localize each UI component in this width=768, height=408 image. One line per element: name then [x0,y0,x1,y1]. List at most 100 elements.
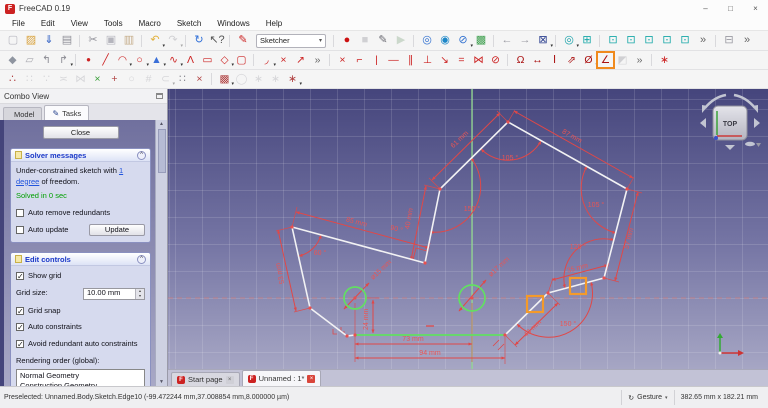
draw-style-button[interactable]: ⊘ [454,33,473,49]
toggle-virtual-space-button[interactable]: ▩ [211,71,234,87]
constrain-coincident-button[interactable]: × [329,52,351,68]
navigation-style-selector[interactable]: ↻ Gesture ▾ [621,390,673,405]
tab-tasks[interactable]: ✎ Tasks [44,105,90,120]
tab-unnamed-document[interactable]: F Unnamed : 1* × [241,370,322,386]
bspline-curvature-button[interactable]: ◯ [233,71,250,87]
select-redundant-button[interactable]: ≍ [55,71,72,87]
redo-button[interactable]: ↷ [164,33,183,49]
auto-constraints-checkbox[interactable]: Auto constraints [16,322,145,333]
bspline-poles-button[interactable]: ∗ [267,71,284,87]
clone-button[interactable]: ○ [123,71,140,87]
close-task-button[interactable]: Close [42,126,119,139]
nav-forward-button[interactable]: → [516,33,534,49]
avoid-redundant-checkbox[interactable]: Avoid redundant auto constraints [16,339,145,350]
refresh-button[interactable]: ↻ [185,33,208,49]
constrain-diameter-button[interactable]: Ø [580,52,598,69]
menu-windows[interactable]: Windows [209,19,257,28]
constrain-refraction-button[interactable]: ◩ [614,52,631,68]
nav-back-button[interactable]: ← [493,33,516,49]
constrain-parallel-button[interactable]: ∥ [402,52,419,68]
zoom-box-button[interactable]: ◎ [413,33,436,49]
create-body-button[interactable]: ◆ [4,52,21,68]
map-sketch-button[interactable]: ↰ [38,52,55,68]
constrain-hdistance-button[interactable]: ↔ [529,52,546,68]
create-conic-button[interactable]: ▲ [148,52,166,69]
macro-stop-button[interactable]: ■ [356,33,374,49]
maximize-button[interactable]: □ [718,0,743,17]
menu-file[interactable]: File [4,19,33,28]
list-item[interactable]: Construction Geometry [17,381,144,386]
panel-scrollbar[interactable]: ▲ ▼ [155,120,167,386]
zoom-selection-button[interactable]: ◉ [436,33,454,49]
create-group-button[interactable]: ▱ [21,52,38,68]
whats-this-button[interactable]: ↖? [208,33,226,49]
select-constraints-button[interactable]: ∷ [21,71,38,87]
menu-macro[interactable]: Macro [131,19,169,28]
constraint-overflow-button[interactable]: » [631,52,648,68]
select-solver-dofs-button[interactable]: ∴ [4,71,21,87]
constrain-distance-button[interactable]: ⇗ [563,52,580,68]
extend-edge-button[interactable]: ↗ [292,52,309,68]
appearance-button[interactable]: ▩ [472,33,490,49]
new-3d-view-button[interactable]: ⊠ [534,33,553,49]
3d-viewport[interactable]: 85 mm 90 ° 40 mm 150 ° 61 mm 87 mm 105 °… [168,89,768,369]
constrain-equal-button[interactable]: = [453,52,470,68]
dock-views-button[interactable]: ⊟ [715,33,738,49]
sketcher-workbench-icon[interactable]: ✎ [229,33,252,49]
list-item[interactable]: Normal Geometry [17,371,144,382]
create-polygon-button[interactable]: ◇ [216,52,234,69]
delete-all-geometry-button[interactable]: × [191,71,208,87]
remove-axes-alignment-button[interactable]: ∷ [174,71,191,87]
tab-start-page[interactable]: F Start page × [171,372,240,386]
create-circle-button[interactable]: ○ [131,52,149,69]
trim-edge-button[interactable]: × [275,52,292,68]
create-bspline-button[interactable]: ∿ [165,52,183,69]
constrain-symmetric-button[interactable]: ⋈ [470,52,487,68]
view-overflow-button[interactable]: » [694,33,712,49]
constrain-angle-button[interactable]: ∠ [596,51,615,69]
constrain-vdistance-button[interactable]: Ⅰ [546,52,563,68]
macro-record-button[interactable]: ● [333,33,356,49]
grid-snap-checkbox[interactable]: Grid snap [16,306,145,317]
float-panel-icon[interactable] [156,93,163,99]
show-grid-checkbox[interactable]: Show grid [16,271,145,282]
new-file-button[interactable]: ▢ [4,33,22,49]
symmetry-button[interactable]: + [106,71,123,87]
menu-help[interactable]: Help [258,19,290,28]
macro-play-button[interactable]: ▶ [392,33,410,49]
scroll-up-icon[interactable]: ▲ [159,121,164,127]
rectangular-array-button[interactable]: ⊂ [157,71,175,88]
view-bottom-button[interactable]: ⊡ [676,33,694,49]
close-tab-icon[interactable]: × [307,374,316,383]
create-fillet-button[interactable]: ◞ [253,52,276,68]
sketch-canvas[interactable]: 85 mm 90 ° 40 mm 150 ° 61 mm 87 mm 105 °… [168,89,768,369]
macro-edit-button[interactable]: ✎ [374,33,392,49]
menu-view[interactable]: View [63,19,96,28]
create-arc-button[interactable]: ◠ [114,52,132,69]
constrain-vertical-button[interactable]: | [368,52,385,68]
create-point-button[interactable]: ● [75,52,97,68]
constrain-horizontal-button[interactable]: — [385,52,402,68]
print-button[interactable]: ▤ [58,33,76,49]
scrollbar-thumb[interactable] [157,129,166,173]
grid-size-input[interactable]: 10.00 mm ▴ ▾ [83,287,145,300]
bspline-knots-button[interactable]: ∗ [250,71,267,87]
view-right-button[interactable]: ⊡ [640,33,658,49]
edit-sketch-button[interactable]: ↱ [55,52,73,69]
window-overflow-button[interactable]: » [738,33,756,49]
save-button[interactable]: ⇓ [40,33,58,49]
workbench-selector[interactable]: Sketcher ▾ [256,33,326,48]
create-rectangle-button[interactable]: ▭ [199,52,216,68]
copy-button[interactable]: ▣ [102,33,120,49]
auto-remove-redundants-checkbox[interactable]: Auto remove redundants [16,208,145,219]
create-polyline-button[interactable]: Λ [182,52,199,68]
toggle-constraints-button[interactable]: ∗ [651,52,673,68]
menu-tools[interactable]: Tools [96,19,131,28]
tab-model[interactable]: Model [3,107,43,120]
navigation-cube[interactable]: TOP [698,93,762,153]
create-line-button[interactable]: ╱ [97,52,114,68]
cut-button[interactable]: ✂ [79,33,102,49]
constrain-lock-button[interactable]: Ω [507,52,529,68]
fit-all-button[interactable]: ◎ [555,33,579,49]
element-highlight-boxes[interactable] [525,276,588,314]
